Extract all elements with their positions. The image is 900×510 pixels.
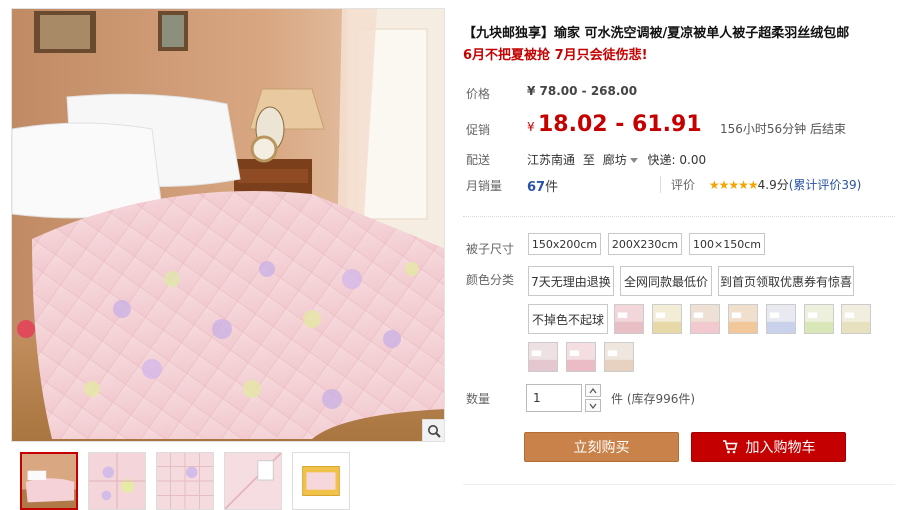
stock-info: 件 (库存996件) [611,390,695,407]
add-to-cart-label: 加入购物车 [745,440,816,456]
bottom-divider [463,484,895,485]
promo-price: 18.02 - 61.91 [538,112,702,137]
color-option-nofade[interactable]: 不掉色不起球 [528,304,608,334]
thumbnail-4[interactable] [224,452,282,510]
promo-countdown: 156小时56分钟 后结束 [720,122,846,136]
rating-score: 4.9分 [757,178,789,192]
main-product-photo[interactable] [11,8,445,442]
add-to-cart-button[interactable]: 加入购物车 [691,432,846,462]
promo-currency: ¥ [527,120,535,134]
color-swatch-8[interactable] [528,342,558,372]
color-swatch-1[interactable] [614,304,644,334]
color-swatch-6[interactable] [804,304,834,334]
chevron-down-icon [589,403,597,409]
quantity-unit: 件 [611,392,624,406]
shipping-label: 配送 [466,153,491,167]
color-swatch-4[interactable] [728,304,758,334]
color-option-return[interactable]: 7天无理由退换 [528,266,614,296]
thumbnail-2[interactable] [88,452,146,510]
product-subtitle: 6月不把夏被抢 7月只会徒伤悲! [463,48,648,63]
color-swatch-5[interactable] [766,304,796,334]
promo-label: 促销 [466,123,491,137]
thumbnail-5[interactable] [292,452,350,510]
original-price: ¥ 78.00 - 268.00 [527,84,638,98]
color-label: 颜色分类 [466,273,515,287]
monthly-sales-count: 67 [527,180,546,195]
chevron-up-icon [589,387,597,393]
monthly-sales: 67件 [527,176,558,195]
ship-to-select[interactable]: 廊坊 [603,153,627,167]
color-swatch-3[interactable] [690,304,720,334]
product-title: 【九块邮独享】瑜家 可水洗空调被/夏凉被单人被子超柔羽丝绒包邮 [463,26,850,41]
quantity-label: 数量 [466,392,491,406]
thumbnail-3[interactable] [156,452,214,510]
color-swatch-2[interactable] [652,304,682,334]
thumbnail-strip [20,452,350,510]
buy-now-button[interactable]: 立刻购买 [524,432,679,462]
chevron-down-icon[interactable] [629,158,638,163]
price-label: 价格 [466,87,491,101]
color-swatch-7[interactable] [841,304,871,334]
quantity-input[interactable] [526,384,582,412]
ship-from: 江苏南通 [527,153,576,167]
rating-stars: ★★★★★ [708,178,759,192]
rating-block: 评价 ★★★★★4.9分(累计评价39) [660,176,861,193]
divider [463,216,895,217]
monthly-sales-unit: 件 [545,180,559,195]
size-label: 被子尺寸 [466,242,515,256]
zoom-icon[interactable] [422,419,444,441]
stock-count: (库存996件) [626,392,696,406]
ship-fee: 快递: 0.00 [647,153,707,167]
color-option-coupon[interactable]: 到首页领取优惠券有惊喜 [718,266,854,296]
size-option-100x150[interactable]: 100×150cm [689,233,765,255]
color-swatch-9[interactable] [566,342,596,372]
rating-count-link[interactable]: (累计评价39) [789,178,862,192]
monthly-sales-label: 月销量 [466,179,503,193]
shipping-row: 江苏南通 至 廊坊 快递: 0.00 [527,151,706,168]
quantity-increase-button[interactable] [585,384,601,397]
rating-label: 评价 [671,178,696,192]
shopping-cart-icon [722,440,738,454]
color-swatch-10[interactable] [604,342,634,372]
thumbnail-1[interactable] [20,452,78,510]
color-option-lowest[interactable]: 全网同款最低价 [620,266,712,296]
size-option-200x230[interactable]: 200X230cm [608,233,682,255]
ship-to-label: 至 [582,153,595,167]
quantity-decrease-button[interactable] [585,399,601,412]
size-option-150x200[interactable]: 150x200cm [528,233,601,255]
